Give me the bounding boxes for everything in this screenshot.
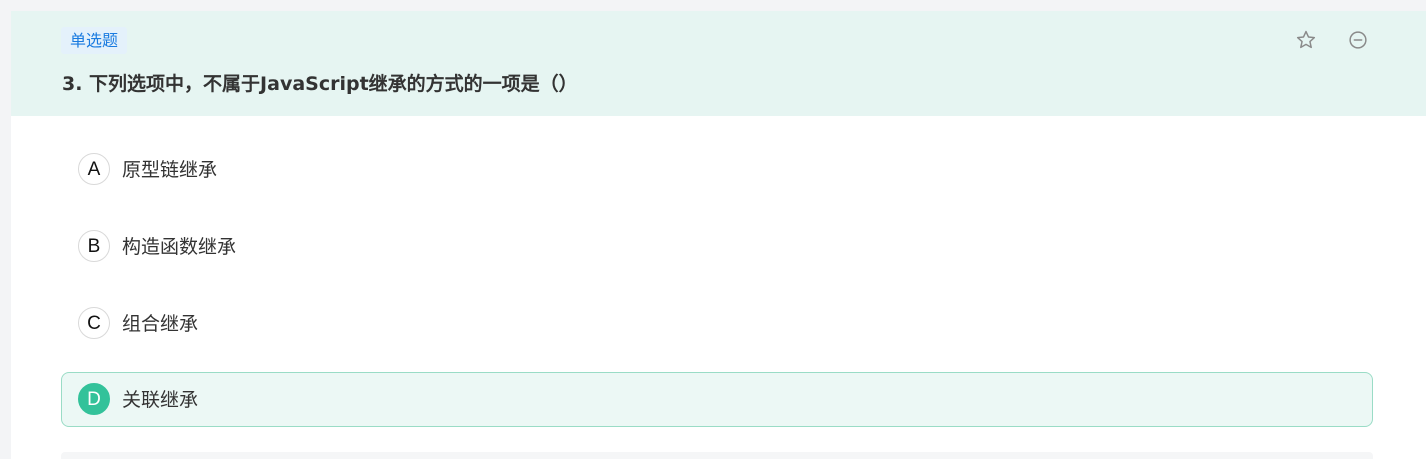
option-letter: A [78,153,110,185]
star-icon [1296,30,1316,49]
remove-button[interactable] [1346,28,1370,52]
option-b[interactable]: B 构造函数继承 [61,219,1373,274]
option-label: 关联继承 [122,389,199,411]
option-letter: B [78,230,110,262]
minus-circle-icon [1349,31,1367,49]
question-type-tag: 单选题 [61,27,128,54]
next-section-edge [61,452,1373,459]
question-title: 3. 下列选项中，不属于JavaScript继承的方式的一项是（） [62,73,578,95]
question-card: 单选题 3. 下列选项中，不属于JavaScript继承的方式的一项是（） A … [11,11,1426,459]
option-c[interactable]: C 组合继承 [61,296,1373,351]
option-d[interactable]: D 关联继承 [61,372,1373,427]
question-header: 单选题 3. 下列选项中，不属于JavaScript继承的方式的一项是（） [11,11,1426,116]
option-label: 构造函数继承 [122,236,237,258]
option-label: 原型链继承 [122,159,218,181]
option-a[interactable]: A 原型链继承 [61,142,1373,197]
option-label: 组合继承 [122,313,199,335]
option-letter: D [78,383,110,415]
favorite-button[interactable] [1294,28,1318,52]
option-letter: C [78,307,110,339]
